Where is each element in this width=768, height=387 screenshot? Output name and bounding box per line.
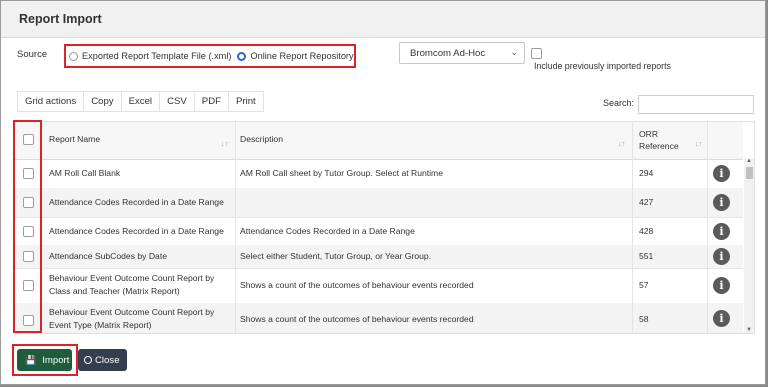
row-orr-reference: 58 bbox=[639, 314, 649, 324]
row-description: Shows a count of the outcomes of behavio… bbox=[240, 314, 474, 324]
row-report-name: Attendance Codes Recorded in a Date Rang… bbox=[49, 197, 224, 207]
scroll-down-icon[interactable]: ▼ bbox=[746, 327, 752, 333]
checkbox-column-highlight-box bbox=[13, 120, 42, 333]
info-icon[interactable]: i bbox=[713, 277, 730, 294]
source-label: Source bbox=[17, 49, 48, 60]
table-row[interactable]: Attendance Codes Recorded in a Date Rang… bbox=[15, 188, 743, 218]
search-label: Search: bbox=[603, 98, 635, 108]
dialog-title-bar: Report Import bbox=[1, 1, 765, 38]
repository-select-value: Bromcom Ad-Hoc bbox=[410, 48, 486, 59]
sort-icon[interactable]: ↓↑ bbox=[695, 139, 703, 148]
row-orr-reference: 551 bbox=[639, 251, 654, 261]
copy-button[interactable]: Copy bbox=[84, 92, 122, 111]
header-orr-line2[interactable]: Reference bbox=[639, 140, 679, 152]
info-icon[interactable]: i bbox=[713, 165, 730, 182]
grid-scrollbar[interactable]: ▲ ▼ bbox=[744, 158, 754, 333]
close-button-label: Close bbox=[95, 354, 120, 366]
reports-grid: Report Name ↓↑ Description ↓↑ ORR Refere… bbox=[14, 121, 755, 334]
include-previous-checkbox[interactable] bbox=[531, 48, 542, 59]
close-button[interactable]: Close bbox=[78, 349, 127, 371]
source-highlight-box bbox=[64, 44, 356, 68]
row-report-name: Behaviour Event Outcome Count Report by bbox=[49, 307, 215, 317]
search-input[interactable] bbox=[638, 95, 754, 114]
include-previous-label: Include previously imported reports bbox=[534, 61, 671, 71]
excel-button[interactable]: Excel bbox=[122, 92, 161, 111]
dialog-title: Report Import bbox=[19, 12, 102, 26]
column-divider bbox=[707, 122, 708, 333]
csv-button[interactable]: CSV bbox=[160, 92, 195, 111]
info-icon[interactable]: i bbox=[713, 248, 730, 265]
header-orr-line1[interactable]: ORR bbox=[639, 128, 658, 140]
grid-toolbar: Grid actions Copy Excel CSV PDF Print bbox=[17, 91, 264, 112]
print-button[interactable]: Print bbox=[229, 92, 263, 111]
repository-select[interactable]: Bromcom Ad-Hoc ⌄ bbox=[399, 42, 525, 64]
table-row[interactable]: Attendance Codes Recorded in a Date Rang… bbox=[15, 217, 743, 246]
header-description[interactable]: Description bbox=[240, 133, 283, 145]
row-report-name-line2: Class and Teacher (Matrix Report) bbox=[49, 286, 180, 296]
report-import-dialog: Report Import Source Exported Report Tem… bbox=[0, 0, 766, 385]
row-report-name: Attendance Codes Recorded in a Date Rang… bbox=[49, 226, 224, 236]
chevron-down-icon: ⌄ bbox=[510, 47, 518, 57]
info-icon[interactable]: i bbox=[713, 310, 730, 327]
header-report-name[interactable]: Report Name bbox=[49, 133, 100, 145]
row-description: AM Roll Call sheet by Tutor Group. Selec… bbox=[240, 168, 443, 178]
ban-icon bbox=[84, 356, 92, 364]
info-icon[interactable]: i bbox=[713, 223, 730, 240]
row-orr-reference: 294 bbox=[639, 168, 654, 178]
row-report-name: Attendance SubCodes by Date bbox=[49, 251, 168, 261]
row-description: Shows a count of the outcomes of behavio… bbox=[240, 280, 474, 290]
table-row[interactable]: AM Roll Call Blank AM Roll Call sheet by… bbox=[15, 159, 743, 189]
row-description: Select either Student, Tutor Group, or Y… bbox=[240, 251, 432, 261]
row-description: Attendance Codes Recorded in a Date Rang… bbox=[240, 226, 415, 236]
row-report-name: AM Roll Call Blank bbox=[49, 168, 121, 178]
column-divider bbox=[632, 122, 633, 333]
row-report-name-line2: Event Type (Matrix Report) bbox=[49, 320, 152, 330]
info-icon[interactable]: i bbox=[713, 194, 730, 211]
row-orr-reference: 57 bbox=[639, 280, 649, 290]
scroll-up-icon[interactable]: ▲ bbox=[746, 158, 752, 164]
scrollbar-thumb[interactable] bbox=[746, 167, 753, 179]
row-orr-reference: 428 bbox=[639, 226, 654, 236]
table-row[interactable]: Behaviour Event Outcome Count Report by … bbox=[15, 303, 743, 333]
import-highlight-box bbox=[12, 344, 78, 376]
table-row[interactable]: Behaviour Event Outcome Count Report by … bbox=[15, 268, 743, 304]
column-divider bbox=[235, 122, 236, 333]
sort-icon[interactable]: ↓↑ bbox=[221, 139, 229, 148]
grid-header: Report Name ↓↑ Description ↓↑ ORR Refere… bbox=[15, 122, 743, 160]
grid-actions-button[interactable]: Grid actions bbox=[18, 92, 85, 111]
pdf-button[interactable]: PDF bbox=[195, 92, 229, 111]
table-row[interactable]: Attendance SubCodes by Date Select eithe… bbox=[15, 245, 743, 269]
row-orr-reference: 427 bbox=[639, 197, 654, 207]
row-report-name: Behaviour Event Outcome Count Report by bbox=[49, 273, 215, 283]
sort-icon[interactable]: ↓↑ bbox=[618, 139, 626, 148]
